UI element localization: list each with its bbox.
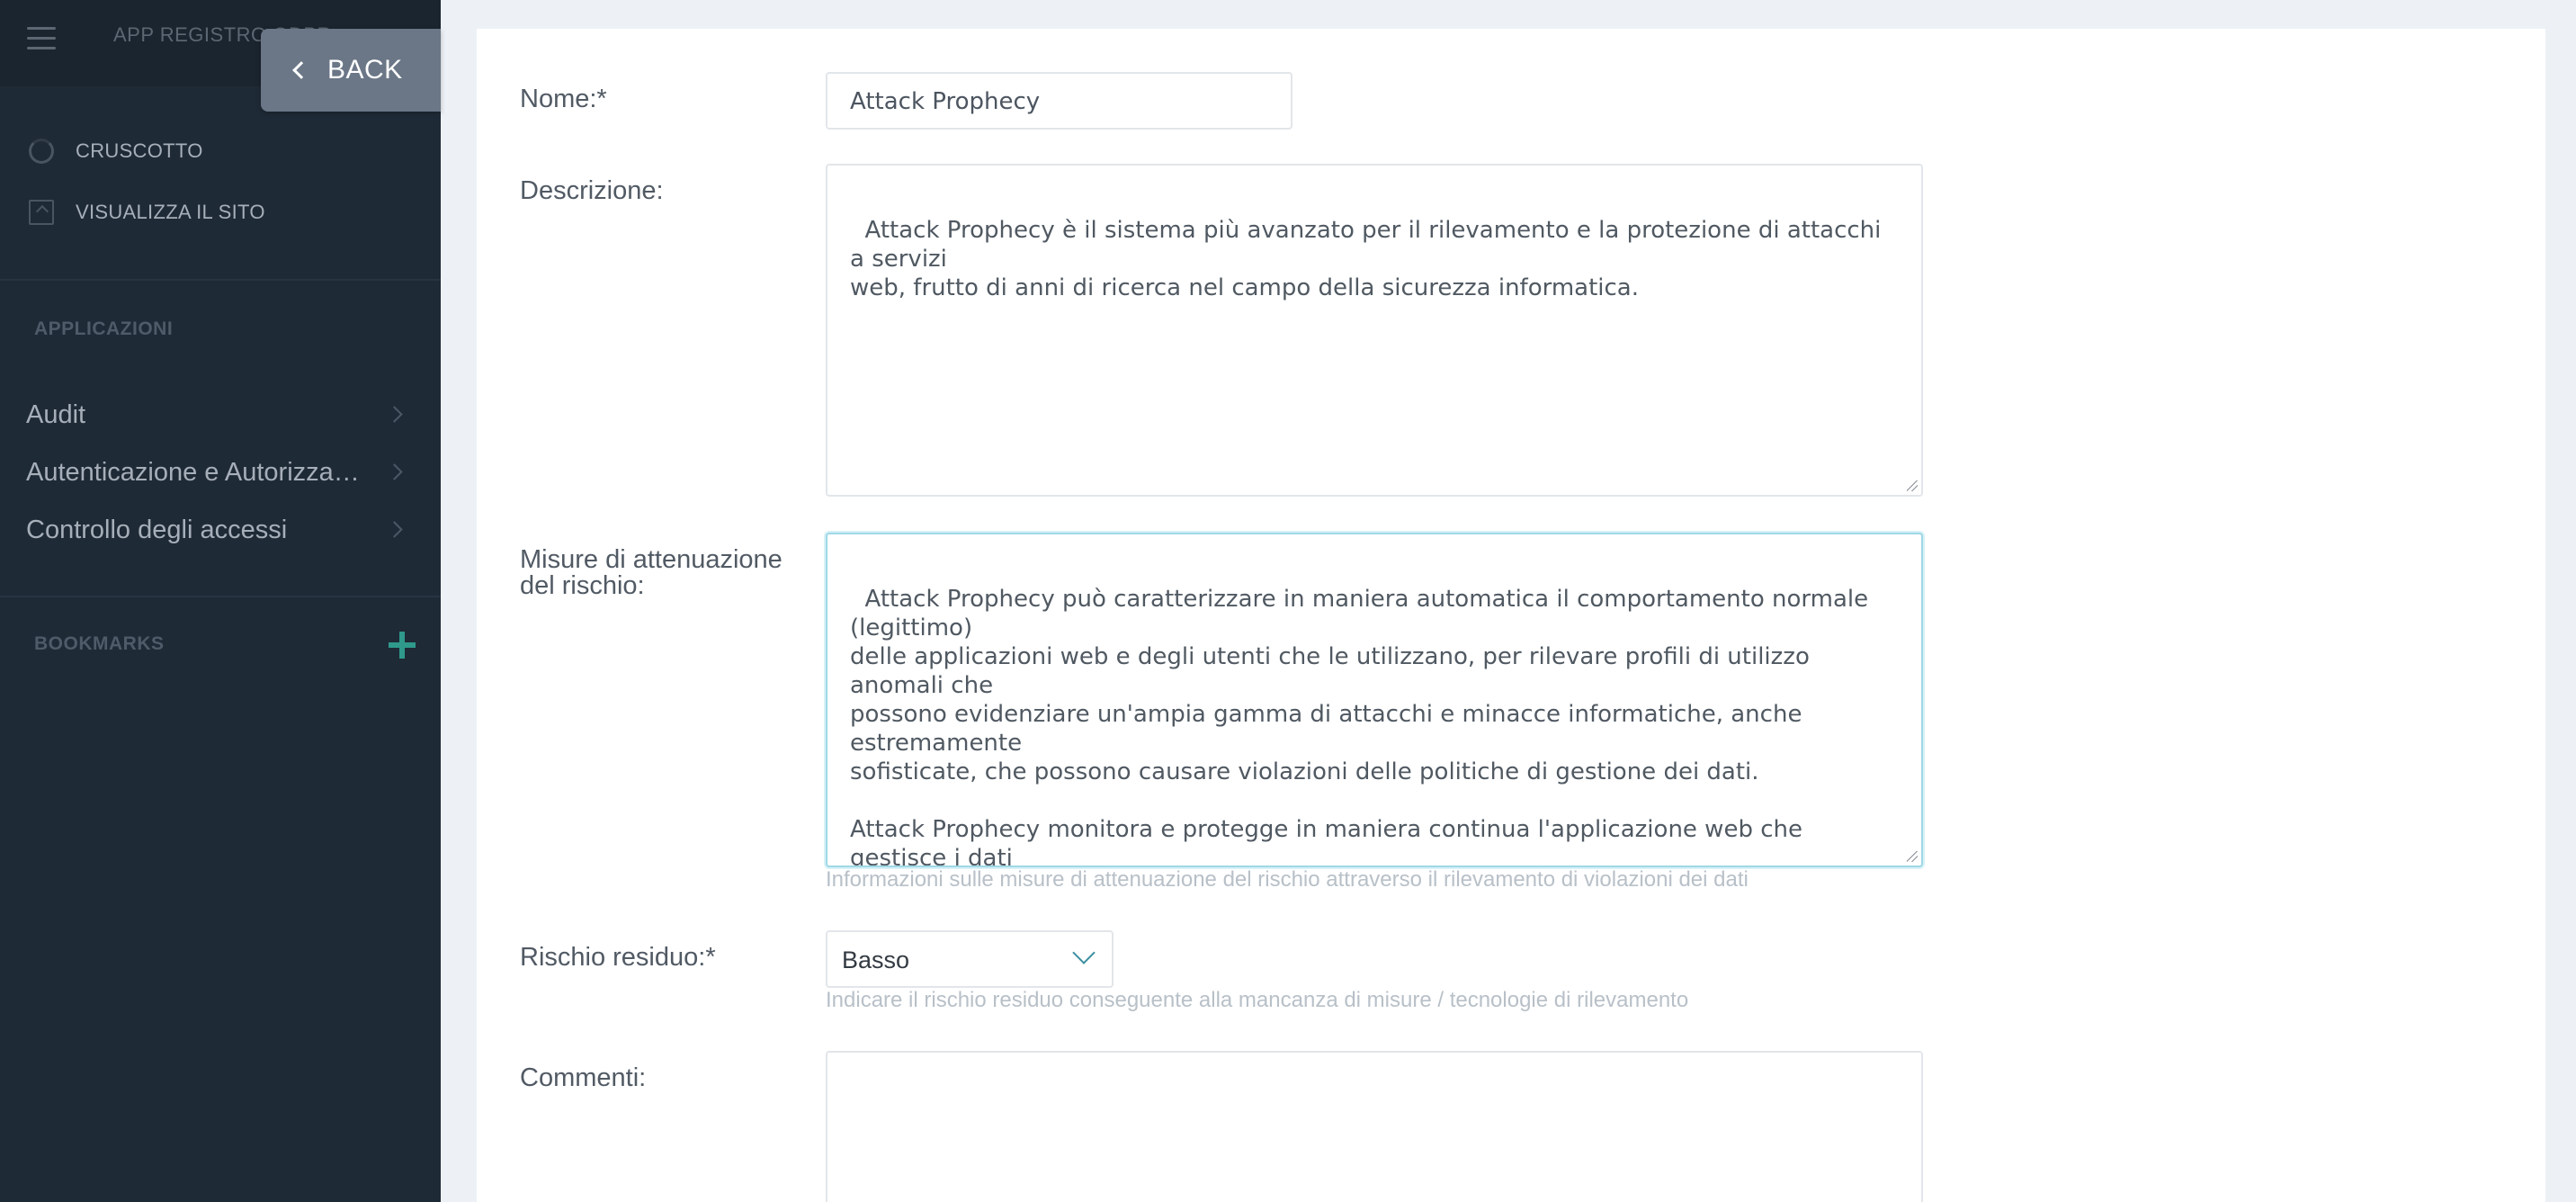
applications-header: APPLICAZIONI: [34, 318, 174, 339]
chevron-right-icon: [386, 406, 403, 423]
chevron-left-icon: [292, 61, 310, 79]
sidebar: APP REGISTRO GDPR CRUSCOTTO VISUALIZZA I…: [0, 0, 441, 1202]
add-bookmark-icon[interactable]: [389, 632, 416, 659]
comments-label: Commenti:: [520, 1063, 647, 1092]
residual-risk-select[interactable]: Basso: [826, 930, 1114, 988]
sidebar-link-label: CRUSCOTTO: [76, 139, 203, 162]
chevron-right-icon: [386, 463, 403, 480]
sidebar-item-audit[interactable]: Audit: [26, 399, 413, 430]
back-button-label: BACK: [327, 55, 403, 85]
dashboard-icon: [29, 139, 54, 164]
sidebar-item-label: Controllo degli accessi: [26, 515, 288, 544]
resize-handle[interactable]: [1907, 480, 1918, 491]
resize-handle[interactable]: [1907, 851, 1918, 862]
name-label: Nome:*: [520, 85, 607, 113]
name-input[interactable]: Attack Prophecy: [826, 72, 1292, 130]
chevron-down-icon: [1072, 941, 1096, 964]
mitigation-textarea[interactable]: Attack Prophecy può caratterizzare in ma…: [826, 533, 1923, 867]
mitigation-text: Attack Prophecy può caratterizzare in ma…: [850, 586, 1869, 867]
residual-risk-value: Basso: [842, 946, 910, 973]
sidebar-divider: [0, 596, 441, 597]
mitigation-label: Misure di attenuazione del rischio:: [520, 545, 783, 600]
bookmarks-header: BOOKMARKS: [34, 633, 165, 654]
sidebar-divider: [0, 279, 441, 281]
menu-icon[interactable]: [27, 27, 56, 50]
sidebar-link-dashboard[interactable]: CRUSCOTTO: [29, 139, 203, 164]
sidebar-item-label: Audit: [26, 399, 86, 429]
sidebar-item-auth[interactable]: Autenticazione e Autorizzazione: [26, 457, 413, 488]
residual-risk-label: Rischio residuo:*: [520, 943, 716, 972]
mitigation-help: Informazioni sulle misure di attenuazion…: [826, 867, 1749, 892]
description-text: Attack Prophecy è il sistema più avanzat…: [850, 217, 1882, 301]
comments-textarea[interactable]: [826, 1051, 1923, 1202]
sidebar-item-access-control[interactable]: Controllo degli accessi: [26, 515, 413, 545]
sidebar-item-label: Autenticazione e Autorizzazione: [26, 457, 368, 487]
description-label: Descrizione:: [520, 176, 664, 205]
sidebar-link-label: VISUALIZZA IL SITO: [76, 201, 265, 223]
back-button[interactable]: BACK: [261, 29, 441, 112]
sidebar-link-view-site[interactable]: VISUALIZZA IL SITO: [29, 200, 265, 225]
description-textarea[interactable]: Attack Prophecy è il sistema più avanzat…: [826, 164, 1923, 497]
view-site-icon: [29, 200, 54, 225]
residual-risk-help: Indicare il rischio residuo conseguente …: [826, 988, 1689, 1012]
chevron-right-icon: [386, 521, 403, 538]
